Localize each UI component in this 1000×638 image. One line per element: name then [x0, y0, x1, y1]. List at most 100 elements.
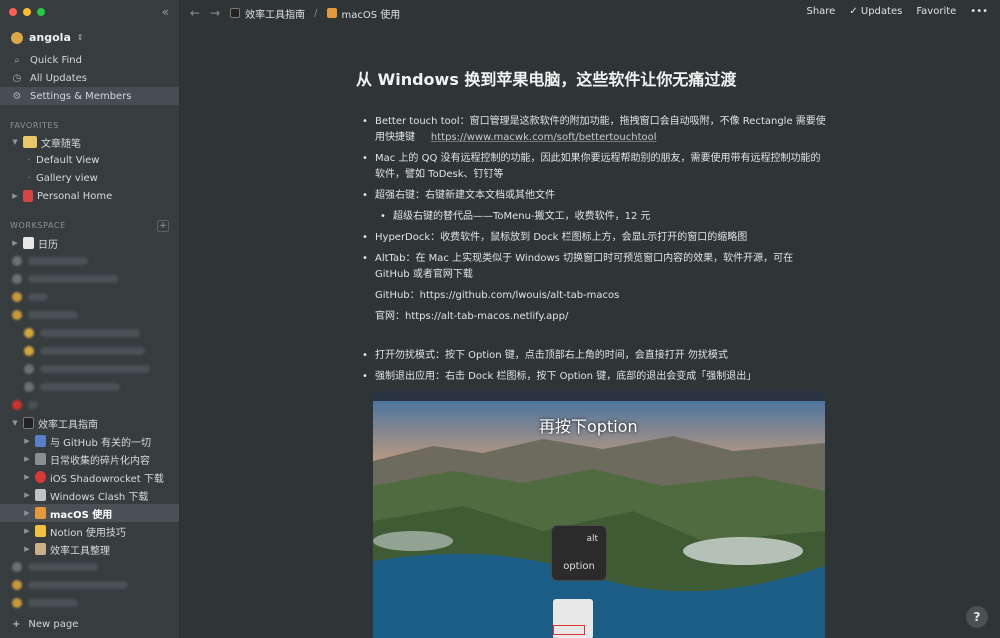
sidebar-item-shadowrocket[interactable]: ▶ iOS Shadowrocket 下载 [0, 468, 179, 486]
bullet-icon: · [27, 172, 31, 184]
paragraph[interactable]: GitHub：https://github.com/lwouis/alt-tab… [359, 288, 829, 304]
caret-right-icon[interactable]: ▶ [22, 455, 32, 463]
blurred-icon [12, 274, 22, 284]
new-page-button[interactable]: + New page [12, 619, 78, 630]
blurred-icon [12, 256, 22, 266]
caret-right-icon[interactable]: ▶ [22, 437, 32, 445]
sidebar: « angola ⇕ ⌕ Quick Find ◷ All Updates ⚙ … [0, 0, 180, 638]
breadcrumb-separator: / [314, 7, 318, 19]
blurred-sidebar-item[interactable] [0, 558, 179, 576]
sidebar-item-calendar[interactable]: ▶ 日历 [0, 234, 179, 252]
quick-find-item[interactable]: ⌕ Quick Find [0, 51, 179, 69]
force-quit-highlight [553, 625, 585, 635]
document-body: Better touch tool：窗口管理是这款软件的附加功能，拖拽窗口会自动… [359, 114, 829, 390]
sidebar-item-fragments[interactable]: ▶ 日常收集的碎片化内容 [0, 450, 179, 468]
settings-members-item[interactable]: ⚙ Settings & Members [0, 87, 179, 105]
blurred-sidebar-item[interactable] [0, 576, 179, 594]
blurred-label [28, 563, 98, 571]
blurred-sidebar-item[interactable] [0, 270, 179, 288]
blurred-icon [12, 292, 22, 302]
blurred-sidebar-item[interactable] [0, 378, 179, 396]
updates-button[interactable]: ✓ Updates [849, 6, 902, 17]
empty-block[interactable] [359, 330, 829, 348]
sidebar-item-label: 日历 [38, 239, 58, 251]
list-item[interactable]: 强制退出应用：右击 Dock 栏图标，按下 Option 键，底部的退出会变成「… [359, 369, 829, 385]
dock-context-menu [553, 599, 593, 638]
page-title[interactable]: 从 Windows 换到苹果电脑，这些软件让你无痛过渡 [356, 66, 826, 90]
more-options-icon[interactable]: ••• [970, 6, 988, 17]
terminal-icon [23, 417, 34, 429]
blurred-sidebar-item[interactable] [0, 594, 179, 612]
sidebar-item-clash[interactable]: ▶ Windows Clash 下载 [0, 486, 179, 504]
blurred-sidebar-item[interactable] [0, 306, 179, 324]
blurred-sidebar-item[interactable] [0, 396, 179, 414]
breadcrumb-item[interactable]: macOS 使用 [342, 6, 401, 21]
option-key-overlay: alt option [551, 525, 607, 581]
list-item[interactable]: Mac 上的 QQ 没有远程控制的功能，因此如果你要远程帮助别的朋友，需要使用带… [359, 151, 829, 183]
caret-right-icon[interactable]: ▶ [22, 527, 32, 535]
zoom-window-button[interactable] [37, 8, 45, 16]
bettertouchtool-link[interactable]: https://www.macwk.com/soft/bettertouchto… [431, 132, 657, 143]
caret-down-icon[interactable]: ▼ [10, 138, 20, 146]
caret-right-icon[interactable]: ▶ [22, 509, 32, 517]
paintbrush-icon [35, 507, 46, 519]
minimize-window-button[interactable] [23, 8, 31, 16]
embedded-screenshot-image[interactable]: 再按下option alt option [373, 391, 825, 638]
sidebar-item-wenzhang[interactable]: ▼ 文章随笔 [0, 133, 179, 151]
sidebar-item-macos[interactable]: ▶ macOS 使用 [0, 504, 179, 522]
caret-right-icon[interactable]: ▶ [10, 239, 20, 247]
blurred-sidebar-item[interactable] [0, 324, 179, 342]
laptop-icon [35, 489, 46, 501]
sidebar-item-tools[interactable]: ▶ 效率工具整理 [0, 540, 179, 558]
list-item[interactable]: Better touch tool：窗口管理是这款软件的附加功能，拖拽窗口会自动… [359, 114, 829, 146]
blurred-sidebar-item[interactable] [0, 288, 179, 306]
list-item[interactable]: AltTab：在 Mac 上实现类似于 Windows 切换窗口时可预览窗口内容… [359, 251, 829, 283]
favorite-button[interactable]: Favorite [916, 6, 956, 17]
sidebar-item-github[interactable]: ▶ 与 GitHub 有关的一切 [0, 432, 179, 450]
sub-list-item[interactable]: 超级右键的替代品——ToMenu-搬文工，收费软件，12 元 [359, 209, 829, 225]
sidebar-item-notion-tips[interactable]: ▶ Notion 使用技巧 [0, 522, 179, 540]
workspace-section-title: WORKSPACE [10, 221, 66, 230]
list-item[interactable]: 超强右键：右键新建文本文档或其他文件 [359, 188, 829, 204]
help-button[interactable]: ? [966, 606, 988, 628]
page-header: 从 Windows 换到苹果电脑，这些软件让你无痛过渡 [356, 66, 826, 90]
settings-members-label: Settings & Members [30, 90, 132, 102]
rocket-icon [35, 471, 46, 483]
caret-right-icon[interactable]: ▶ [22, 545, 32, 553]
chevron-updown-icon: ⇕ [76, 33, 84, 42]
workspace-switcher[interactable]: angola ⇕ [11, 31, 84, 44]
bullet-icon: · [27, 154, 31, 166]
blurred-sidebar-item[interactable] [0, 342, 179, 360]
paintbrush-icon [326, 8, 337, 18]
close-window-button[interactable] [9, 8, 17, 16]
sidebar-item-default-view[interactable]: · Default View [0, 151, 179, 169]
collapse-sidebar-icon[interactable]: « [162, 5, 169, 19]
sidebar-item-label: iOS Shadowrocket 下载 [50, 473, 164, 485]
caret-right-icon[interactable]: ▶ [22, 491, 32, 499]
breadcrumb-item[interactable]: 效率工具指南 [245, 6, 305, 21]
paragraph[interactable]: 官网：https://alt-tab-macos.netlify.app/ [359, 309, 829, 325]
option-key-label: option [563, 561, 595, 572]
sidebar-item-efficiency-guide[interactable]: ▼ 效率工具指南 [0, 414, 179, 432]
share-button[interactable]: Share [806, 6, 835, 17]
sidebar-item-label: 效率工具指南 [38, 419, 98, 431]
all-updates-item[interactable]: ◷ All Updates [0, 69, 179, 87]
sidebar-item-label: 日常收集的碎片化内容 [50, 455, 150, 467]
blurred-label [28, 293, 48, 301]
forward-arrow-icon[interactable]: → [210, 6, 220, 20]
caret-right-icon[interactable]: ▶ [10, 192, 20, 200]
workspace-tree: ▶ 日历 ▼ 效率工具指南 ▶ 与 GitHub 有关的一切 ▶ 日常收集的碎片… [0, 234, 179, 612]
list-item[interactable]: HyperDock：收费软件，鼠标放到 Dock 栏图标上方，会显L示打开的窗口… [359, 230, 829, 246]
caret-down-icon[interactable]: ▼ [10, 419, 20, 427]
sidebar-item-personal-home[interactable]: ▶ Personal Home [0, 187, 179, 205]
add-page-plus-icon[interactable]: + [157, 220, 169, 232]
sidebar-item-gallery-view[interactable]: · Gallery view [0, 169, 179, 187]
caret-right-icon[interactable]: ▶ [22, 473, 32, 481]
list-item[interactable]: 打开勿扰模式：按下 Option 键，点击顶部右上角的时间，会直接打开 勿扰模式 [359, 348, 829, 364]
blurred-sidebar-item[interactable] [0, 252, 179, 270]
blurred-icon [12, 598, 22, 608]
check-icon: ✓ [849, 6, 861, 17]
back-arrow-icon[interactable]: ← [190, 6, 200, 20]
workspace-avatar [11, 31, 23, 44]
blurred-sidebar-item[interactable] [0, 360, 179, 378]
